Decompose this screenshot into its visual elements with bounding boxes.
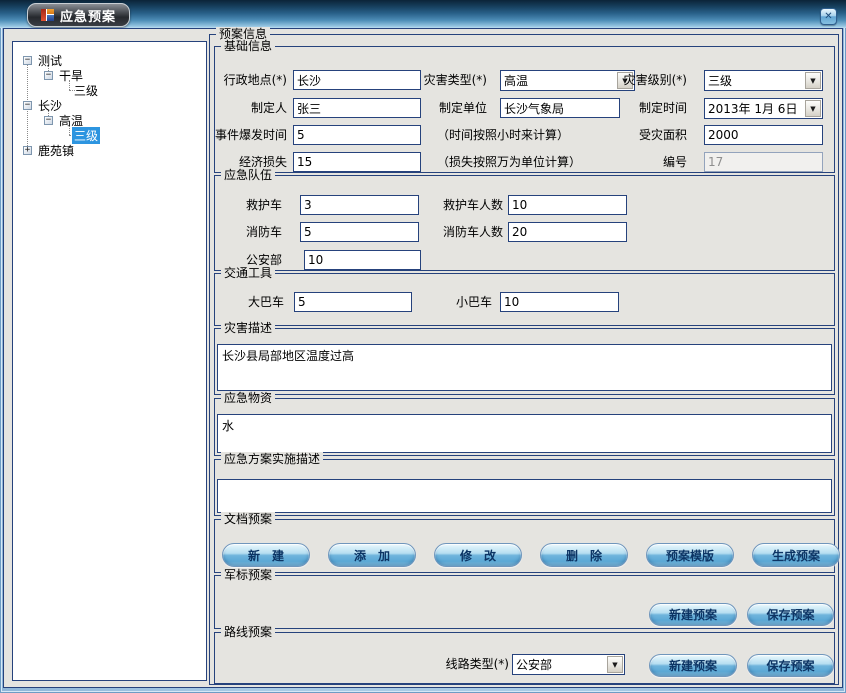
disaster-desc-textarea[interactable]: 长沙县局部地区温度过高 bbox=[217, 344, 832, 391]
tree-node-ganhan[interactable]: − 干旱 bbox=[44, 68, 85, 83]
affected-area-input[interactable] bbox=[704, 125, 823, 145]
route-save-plan-button[interactable]: 保存预案 bbox=[747, 654, 834, 677]
generate-plan-button[interactable]: 生成预案 bbox=[752, 543, 840, 567]
supplies-group: 应急物资 水 bbox=[214, 398, 835, 456]
military-plan-group-title: 军标预案 bbox=[221, 568, 275, 583]
chevron-down-icon[interactable]: ▼ bbox=[805, 100, 821, 117]
route-type-label: 线路类型(*) bbox=[365, 654, 509, 674]
time-unit-note: （时间按照小时来计算） bbox=[437, 125, 569, 145]
economic-loss-input[interactable] bbox=[293, 152, 421, 172]
chevron-down-icon[interactable]: ▼ bbox=[607, 656, 623, 673]
plan-template-button[interactable]: 预案模版 bbox=[646, 543, 734, 567]
fire-staff-input[interactable] bbox=[508, 222, 627, 242]
fire-staff-label: 消防车人数 bbox=[415, 222, 503, 242]
disaster-desc-group: 灾害描述 长沙县局部地区温度过高 bbox=[214, 328, 835, 395]
emergency-team-group: 应急队伍 救护车 救护车人数 消防车 消防车人数 公安部 bbox=[214, 175, 835, 271]
tree-node-luyuanzhen[interactable]: + 鹿苑镇 bbox=[23, 143, 76, 158]
expander-minus-icon[interactable]: − bbox=[23, 56, 32, 65]
loss-unit-note: （损失按照万为单位计算） bbox=[437, 152, 581, 172]
modify-button[interactable]: 修 改 bbox=[434, 543, 522, 567]
serial-number-input bbox=[704, 152, 823, 172]
doc-plan-group: 文档预案 新 建 添 加 修 改 删 除 预案模版 生成预案 bbox=[214, 519, 835, 573]
tree-node-gaowen[interactable]: − 高温 bbox=[44, 113, 85, 128]
supplies-textarea[interactable]: 水 bbox=[217, 414, 832, 453]
military-new-plan-button[interactable]: 新建预案 bbox=[649, 603, 737, 626]
expander-minus-icon[interactable]: − bbox=[44, 71, 53, 80]
ambulance-staff-label: 救护车人数 bbox=[415, 195, 503, 215]
issue-date-label: 制定时间 bbox=[605, 98, 687, 118]
fire-truck-input[interactable] bbox=[300, 222, 419, 242]
issue-date-value: 2013年 1月 6日 bbox=[705, 100, 805, 117]
plan-impl-desc-textarea[interactable] bbox=[217, 479, 832, 513]
route-new-plan-button[interactable]: 新建预案 bbox=[649, 654, 737, 677]
big-bus-input[interactable] bbox=[294, 292, 412, 312]
small-bus-input[interactable] bbox=[500, 292, 619, 312]
tree-node-sanji-2-selected[interactable]: 三级 bbox=[72, 128, 100, 143]
tree-node-sanji-1[interactable]: 三级 bbox=[72, 83, 100, 98]
expander-minus-icon[interactable]: − bbox=[23, 101, 32, 110]
plan-impl-desc-group: 应急方案实施描述 bbox=[214, 459, 835, 516]
admin-location-label: 行政地点(*) bbox=[215, 70, 287, 90]
doc-plan-group-title: 文档预案 bbox=[221, 512, 275, 527]
disaster-level-value: 三级 bbox=[705, 72, 805, 89]
new-button[interactable]: 新 建 bbox=[222, 543, 310, 567]
plan-impl-desc-group-title: 应急方案实施描述 bbox=[221, 452, 323, 467]
add-button[interactable]: 添 加 bbox=[328, 543, 416, 567]
expander-minus-icon[interactable]: − bbox=[44, 116, 53, 125]
fire-truck-label: 消防车 bbox=[215, 222, 282, 242]
title-bar: 应急预案 ✕ bbox=[0, 0, 846, 28]
ambulance-label: 救护车 bbox=[215, 195, 282, 215]
tree-node-label-selected[interactable]: 三级 bbox=[72, 127, 100, 144]
tree-node-ceshi[interactable]: − 测试 bbox=[23, 53, 64, 68]
police-input[interactable] bbox=[304, 250, 421, 270]
app-icon bbox=[41, 9, 54, 21]
military-save-plan-button[interactable]: 保存预案 bbox=[747, 603, 834, 626]
delete-button[interactable]: 删 除 bbox=[540, 543, 628, 567]
outbreak-time-label: 事件爆发时间 bbox=[215, 125, 287, 145]
route-plan-group: 路线预案 线路类型(*) 公安部 ▼ 新建预案 保存预案 bbox=[214, 632, 835, 684]
route-plan-group-title: 路线预案 bbox=[221, 625, 275, 640]
basic-info-group-title: 基础信息 bbox=[221, 39, 275, 54]
tree-node-label[interactable]: 三级 bbox=[72, 82, 100, 99]
big-bus-label: 大巴车 bbox=[215, 292, 284, 312]
ambulance-input[interactable] bbox=[300, 195, 419, 215]
chevron-down-icon[interactable]: ▼ bbox=[805, 72, 821, 89]
author-label: 制定人 bbox=[215, 98, 287, 118]
issuing-unit-label: 制定单位 bbox=[395, 98, 487, 118]
ambulance-staff-input[interactable] bbox=[508, 195, 627, 215]
window-title: 应急预案 bbox=[60, 6, 116, 25]
issue-date-picker[interactable]: 2013年 1月 6日 ▼ bbox=[704, 98, 823, 119]
route-type-select[interactable]: 公安部 ▼ bbox=[512, 654, 625, 675]
transport-group-title: 交通工具 bbox=[221, 266, 275, 281]
plan-tree-panel: − 测试 − 干旱 三级 − 长沙 − 高温 三级 + bbox=[12, 41, 207, 681]
expander-plus-icon[interactable]: + bbox=[23, 146, 32, 155]
affected-area-label: 受灾面积 bbox=[605, 125, 687, 145]
disaster-level-select[interactable]: 三级 ▼ bbox=[704, 70, 823, 91]
supplies-group-title: 应急物资 bbox=[221, 391, 275, 406]
route-type-value: 公安部 bbox=[513, 656, 607, 673]
tree-node-changsha[interactable]: − 长沙 bbox=[23, 98, 64, 113]
disaster-level-label: 灾害级别(*) bbox=[605, 70, 687, 90]
close-icon[interactable]: ✕ bbox=[820, 8, 837, 25]
issuing-unit-input[interactable] bbox=[500, 98, 620, 118]
emergency-team-group-title: 应急队伍 bbox=[221, 168, 275, 183]
transport-group: 交通工具 大巴车 小巴车 bbox=[214, 273, 835, 326]
serial-number-label: 编号 bbox=[605, 152, 687, 172]
disaster-type-value: 高温 bbox=[501, 72, 617, 89]
basic-info-group: 基础信息 行政地点(*) 灾害类型(*) 高温 ▼ 灾害级别(*) 三级 ▼ 制… bbox=[214, 46, 835, 173]
title-tab: 应急预案 bbox=[27, 3, 130, 27]
small-bus-label: 小巴车 bbox=[415, 292, 492, 312]
tree-node-label[interactable]: 鹿苑镇 bbox=[36, 142, 76, 159]
outbreak-time-input[interactable] bbox=[293, 125, 421, 145]
client-area: − 测试 − 干旱 三级 − 长沙 − 高温 三级 + bbox=[3, 28, 843, 688]
disaster-desc-group-title: 灾害描述 bbox=[221, 321, 275, 336]
app-window: 应急预案 ✕ − 测试 − 干旱 三级 − bbox=[0, 0, 846, 693]
military-plan-group: 军标预案 新建预案 保存预案 bbox=[214, 575, 835, 629]
disaster-type-label: 灾害类型(*) bbox=[395, 70, 487, 90]
